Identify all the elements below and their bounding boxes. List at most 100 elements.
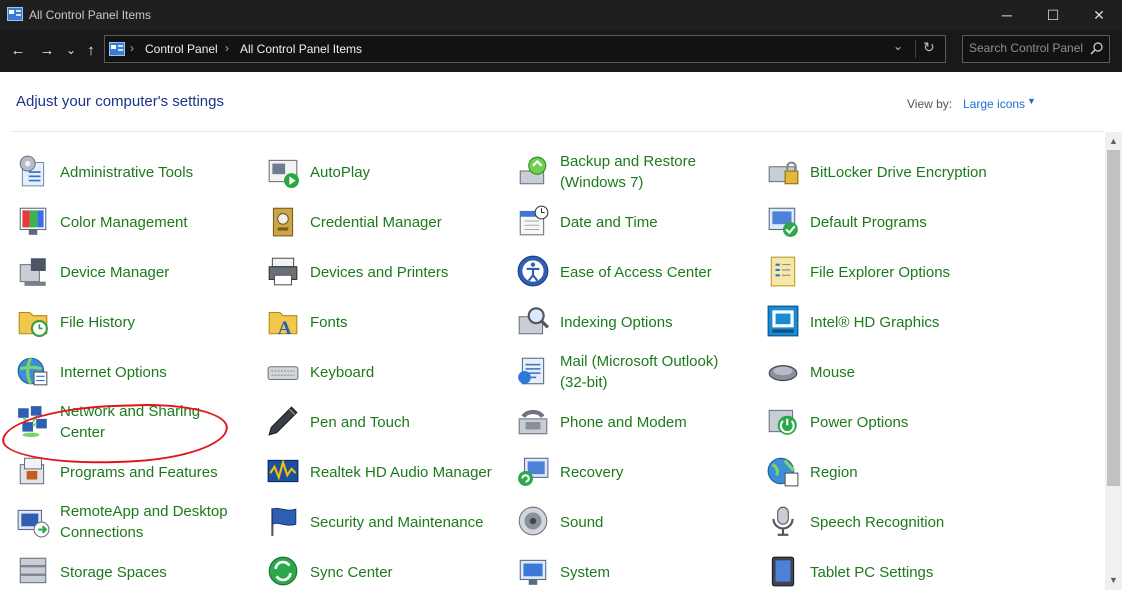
address-dropdown-icon[interactable]: ⌄ bbox=[893, 39, 903, 53]
scroll-up-icon[interactable]: ▲ bbox=[1109, 136, 1118, 146]
cp-item-label[interactable]: System bbox=[560, 562, 750, 583]
cp-item-fonts[interactable]: A Fonts bbox=[266, 300, 506, 348]
cp-item-realtek-audio[interactable]: Realtek HD Audio Manager bbox=[266, 450, 506, 498]
cp-item-default-programs[interactable]: Default Programs bbox=[766, 200, 1006, 248]
cp-item-system[interactable]: System bbox=[516, 550, 756, 598]
cp-item-label[interactable]: Tablet PC Settings bbox=[810, 562, 1000, 583]
cp-item-file-explorer-options[interactable]: File Explorer Options bbox=[766, 250, 1006, 298]
color-management-icon bbox=[19, 207, 47, 235]
cp-item-bitlocker[interactable]: BitLocker Drive Encryption bbox=[766, 150, 1006, 198]
cp-item-label[interactable]: Speech Recognition bbox=[810, 512, 1000, 533]
cp-item-label[interactable]: Pen and Touch bbox=[310, 412, 500, 433]
recent-locations-button[interactable]: ⌄ bbox=[61, 39, 81, 61]
cp-item-speech-recognition[interactable]: Speech Recognition bbox=[766, 500, 1006, 548]
cp-item-tablet-pc[interactable]: Tablet PC Settings bbox=[766, 550, 1006, 598]
cp-item-label[interactable]: Realtek HD Audio Manager bbox=[310, 462, 500, 483]
cp-item-label[interactable]: Indexing Options bbox=[560, 312, 750, 333]
cp-item-label[interactable]: Date and Time bbox=[560, 212, 750, 233]
ease-of-access-icon bbox=[517, 255, 549, 287]
up-button[interactable]: ↑ bbox=[81, 39, 101, 61]
cp-item-label[interactable]: Internet Options bbox=[60, 362, 250, 383]
cp-item-sound[interactable]: Sound bbox=[516, 500, 756, 548]
cp-item-label[interactable]: Mail (Microsoft Outlook) (32-bit) bbox=[560, 351, 750, 393]
cp-item-ease-of-access[interactable]: Ease of Access Center bbox=[516, 250, 756, 298]
minimize-button[interactable]: ─ bbox=[984, 0, 1030, 30]
cp-item-label[interactable]: Intel® HD Graphics bbox=[810, 312, 1000, 333]
cp-item-network-sharing[interactable]: Network and Sharing Center bbox=[16, 400, 256, 448]
cp-item-devices-printers[interactable]: Devices and Printers bbox=[266, 250, 506, 298]
cp-item-mail[interactable]: Mail (Microsoft Outlook) (32-bit) bbox=[516, 350, 756, 398]
cp-item-label[interactable]: Security and Maintenance bbox=[310, 512, 500, 533]
cp-item-keyboard[interactable]: Keyboard bbox=[266, 350, 506, 398]
cp-item-label[interactable]: Color Management bbox=[60, 212, 250, 233]
cp-item-label[interactable]: Ease of Access Center bbox=[560, 262, 750, 283]
cp-item-label[interactable]: Sound bbox=[560, 512, 750, 533]
search-input[interactable] bbox=[969, 41, 1087, 55]
cp-item-file-history[interactable]: File History bbox=[16, 300, 256, 348]
caret-down-icon[interactable]: ▼ bbox=[1027, 96, 1036, 106]
cp-item-label[interactable]: File Explorer Options bbox=[810, 262, 1000, 283]
cp-item-label[interactable]: Fonts bbox=[310, 312, 500, 333]
cp-item-label[interactable]: Recovery bbox=[560, 462, 750, 483]
cp-item-internet-options[interactable]: Internet Options bbox=[16, 350, 256, 398]
scroll-down-icon[interactable]: ▼ bbox=[1109, 575, 1118, 585]
cp-item-label[interactable]: Phone and Modem bbox=[560, 412, 750, 433]
cp-item-label[interactable]: Credential Manager bbox=[310, 212, 500, 233]
view-by-dropdown[interactable]: Large icons bbox=[963, 97, 1025, 111]
up-arrow-icon: ↑ bbox=[87, 41, 95, 59]
cp-item-label[interactable]: Device Manager bbox=[60, 262, 250, 283]
breadcrumb-all-items[interactable]: All Control Panel Items bbox=[240, 42, 362, 56]
cp-item-autoplay[interactable]: AutoPlay bbox=[266, 150, 506, 198]
address-bar[interactable]: › Control Panel › All Control Panel Item… bbox=[104, 35, 946, 63]
cp-item-mouse[interactable]: Mouse bbox=[766, 350, 1006, 398]
cp-item-label[interactable]: Mouse bbox=[810, 362, 1000, 383]
cp-item-storage-spaces[interactable]: Storage Spaces bbox=[16, 550, 256, 598]
cp-item-label[interactable]: Region bbox=[810, 462, 1000, 483]
cp-item-device-manager[interactable]: Device Manager bbox=[16, 250, 256, 298]
cp-item-label[interactable]: Storage Spaces bbox=[60, 562, 250, 583]
cp-item-label[interactable]: File History bbox=[60, 312, 250, 333]
breadcrumb-control-panel[interactable]: Control Panel bbox=[145, 42, 218, 56]
cp-item-sync-center[interactable]: Sync Center bbox=[266, 550, 506, 598]
maximize-button[interactable]: ☐ bbox=[1030, 0, 1076, 30]
cp-item-credential-manager[interactable]: Credential Manager bbox=[266, 200, 506, 248]
cp-item-label[interactable]: Default Programs bbox=[810, 212, 1000, 233]
cp-item-label[interactable]: Backup and Restore (Windows 7) bbox=[560, 151, 750, 193]
refresh-icon[interactable]: ↻ bbox=[923, 39, 935, 56]
cp-item-label[interactable]: RemoteApp and Desktop Connections bbox=[60, 501, 250, 543]
cp-item-region[interactable]: Region bbox=[766, 450, 1006, 498]
speech-recognition-icon bbox=[772, 506, 794, 536]
address-divider bbox=[915, 40, 916, 58]
cp-item-label[interactable]: Devices and Printers bbox=[310, 262, 500, 283]
cp-item-intel-graphics[interactable]: Intel® HD Graphics bbox=[766, 300, 1006, 348]
cp-item-color-management[interactable]: Color Management bbox=[16, 200, 256, 248]
close-button[interactable]: ✕ bbox=[1076, 0, 1122, 30]
cp-item-remoteapp[interactable]: RemoteApp and Desktop Connections bbox=[16, 500, 256, 548]
scrollbar-thumb[interactable] bbox=[1107, 150, 1120, 486]
cp-item-phone-modem[interactable]: Phone and Modem bbox=[516, 400, 756, 448]
default-programs-icon bbox=[768, 207, 798, 237]
cp-item-label[interactable]: Sync Center bbox=[310, 562, 500, 583]
vertical-scrollbar[interactable]: ▲ ▼ bbox=[1105, 132, 1122, 590]
cp-item-power-options[interactable]: Power Options bbox=[766, 400, 1006, 448]
cp-item-security-maintenance[interactable]: Security and Maintenance bbox=[266, 500, 506, 548]
cp-item-admin-tools[interactable]: Administrative Tools bbox=[16, 150, 256, 198]
cp-item-programs-features[interactable]: Programs and Features bbox=[16, 450, 256, 498]
intel-graphics-icon bbox=[767, 305, 799, 337]
cp-item-label[interactable]: Network and Sharing Center bbox=[60, 401, 250, 443]
cp-item-recovery[interactable]: Recovery bbox=[516, 450, 756, 498]
cp-item-indexing-options[interactable]: Indexing Options bbox=[516, 300, 756, 348]
search-icon[interactable] bbox=[1090, 41, 1104, 55]
search-box[interactable] bbox=[962, 35, 1110, 63]
forward-button[interactable]: → bbox=[37, 39, 57, 61]
cp-item-label[interactable]: Administrative Tools bbox=[60, 162, 250, 183]
cp-item-label[interactable]: AutoPlay bbox=[310, 162, 500, 183]
cp-item-pen-touch[interactable]: Pen and Touch bbox=[266, 400, 506, 448]
back-button[interactable]: ← bbox=[8, 39, 28, 61]
cp-item-backup-restore[interactable]: Backup and Restore (Windows 7) bbox=[516, 150, 756, 198]
cp-item-label[interactable]: BitLocker Drive Encryption bbox=[810, 162, 1000, 183]
cp-item-label[interactable]: Keyboard bbox=[310, 362, 500, 383]
cp-item-date-time[interactable]: Date and Time bbox=[516, 200, 756, 248]
cp-item-label[interactable]: Programs and Features bbox=[60, 462, 250, 483]
cp-item-label[interactable]: Power Options bbox=[810, 412, 1000, 433]
